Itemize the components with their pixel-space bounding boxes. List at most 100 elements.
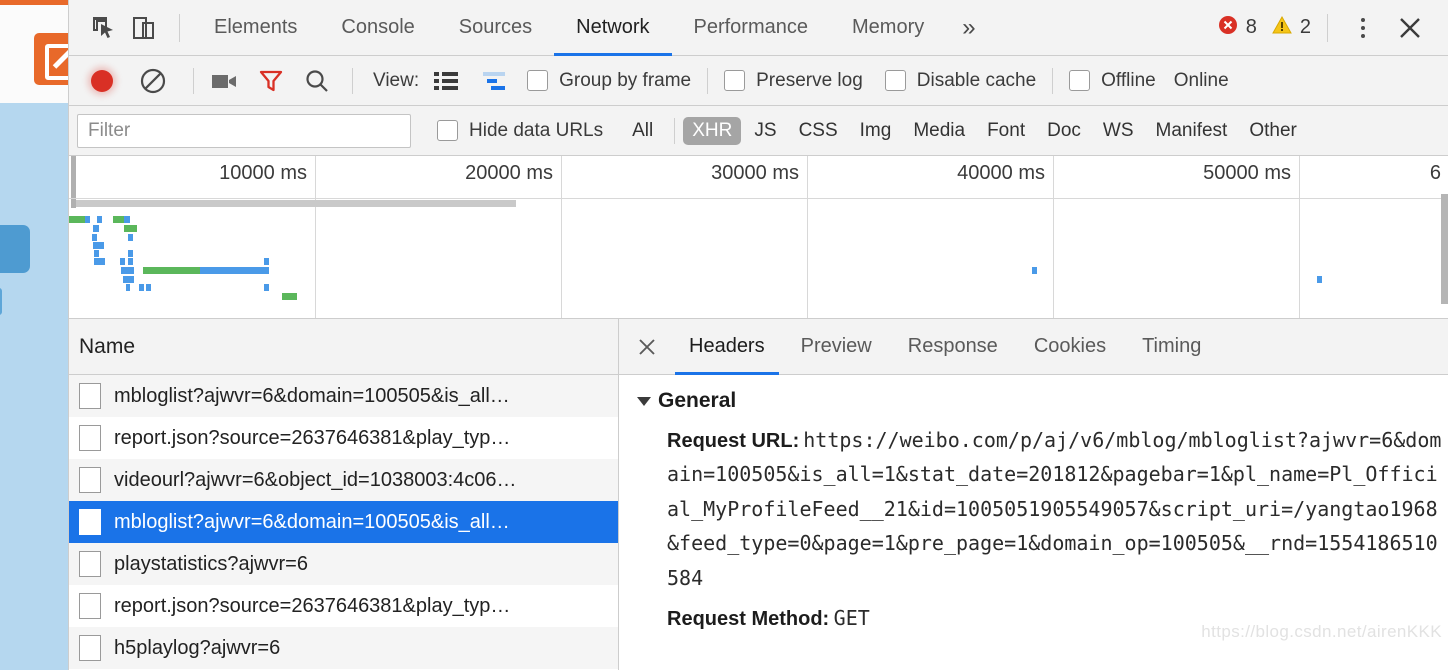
table-row[interactable]: mbloglist?ajwvr=6&domain=100505&is_all… <box>69 375 618 417</box>
detail-tab-timing[interactable]: Timing <box>1124 319 1219 375</box>
error-count-badge[interactable]: 8 <box>1217 14 1257 42</box>
page-card <box>0 225 30 273</box>
overview-selection-window[interactable] <box>76 200 516 207</box>
list-view-button[interactable] <box>433 70 459 92</box>
table-row[interactable]: mbloglist?ajwvr=6&domain=100505&is_all… <box>69 501 618 543</box>
filter-type-other[interactable]: Other <box>1240 117 1306 145</box>
request-url-key: Request URL: <box>667 430 800 452</box>
hide-data-urls-checkbox[interactable]: Hide data URLs <box>437 120 603 142</box>
offline-box[interactable] <box>1069 70 1091 91</box>
filter-type-css[interactable]: CSS <box>790 117 847 145</box>
overview-bar <box>128 258 133 265</box>
overview-divider-3 <box>807 156 808 318</box>
tab-performance[interactable]: Performance <box>672 0 831 56</box>
tab-memory[interactable]: Memory <box>830 0 946 56</box>
tab-console-label: Console <box>341 16 415 38</box>
overview-scrollbar[interactable] <box>1441 194 1448 304</box>
record-button[interactable] <box>91 69 113 92</box>
detail-tab-cookies-label: Cookies <box>1033 335 1107 357</box>
filter-input[interactable] <box>77 113 411 148</box>
group-by-frame-checkbox[interactable]: Group by frame <box>527 70 691 92</box>
search-icon[interactable] <box>304 68 330 94</box>
more-options-icon[interactable] <box>1346 11 1380 45</box>
warning-count-badge[interactable]: 2 <box>1271 14 1311 42</box>
table-row[interactable]: videourl?ajwvr=6&object_id=1038003:4c06… <box>69 459 618 501</box>
overview-bar <box>69 216 85 223</box>
compose-icon[interactable] <box>34 33 72 85</box>
request-name: videourl?ajwvr=6&object_id=1038003:4c06… <box>114 468 517 491</box>
filter-icon[interactable] <box>258 68 284 94</box>
disable-cache-checkbox[interactable]: Disable cache <box>884 70 1036 92</box>
hide-data-urls-label: Hide data URLs <box>469 119 604 141</box>
request-row-checkbox[interactable] <box>79 551 101 577</box>
filter-type-doc[interactable]: Doc <box>1038 117 1090 145</box>
detail-tab-cookies[interactable]: Cookies <box>1016 319 1124 375</box>
network-lower-split: Name mbloglist?ajwvr=6&domain=100505&is_… <box>69 319 1448 670</box>
tab-elements-label: Elements <box>214 16 298 38</box>
close-devtools-icon[interactable] <box>1390 8 1430 48</box>
tab-sources[interactable]: Sources <box>437 0 554 56</box>
inspect-element-icon[interactable] <box>87 11 121 45</box>
filter-type-all[interactable]: All <box>623 117 662 145</box>
hide-data-urls-box[interactable] <box>437 120 458 141</box>
network-toolbar: View: Group by frame Preserve log Disabl… <box>69 56 1448 106</box>
more-tabs-label: » <box>962 13 976 41</box>
request-row-checkbox[interactable] <box>79 509 101 535</box>
table-row[interactable]: report.json?source=2637646381&play_typ… <box>69 417 618 459</box>
filter-type-ws[interactable]: WS <box>1094 117 1143 145</box>
overview-bar <box>1317 276 1322 283</box>
preserve-log-checkbox[interactable]: Preserve log <box>724 70 863 92</box>
request-list-header[interactable]: Name <box>69 319 618 375</box>
request-method-key: Request Method: <box>667 607 830 630</box>
request-name: h5playlog?ajwvr=6 <box>114 636 281 659</box>
device-toolbar-icon[interactable] <box>127 11 161 45</box>
overview-tick-2: 20000 ms <box>465 162 553 184</box>
detail-tab-preview[interactable]: Preview <box>783 319 890 375</box>
overview-bar <box>139 284 144 291</box>
detail-tab-headers[interactable]: Headers <box>671 319 783 375</box>
offline-checkbox[interactable]: Offline <box>1069 70 1156 92</box>
tabbar-status-area: 8 2 <box>1217 8 1440 48</box>
filter-type-xhr[interactable]: XHR <box>683 116 742 145</box>
overview-bar <box>200 267 269 274</box>
view-label: View: <box>373 69 420 91</box>
request-row-checkbox[interactable] <box>79 593 101 619</box>
tab-elements[interactable]: Elements <box>192 0 319 56</box>
overview-bar <box>128 250 133 257</box>
general-section-title: General <box>658 389 737 412</box>
disable-cache-box[interactable] <box>884 70 906 91</box>
filter-type-js[interactable]: JS <box>745 117 785 145</box>
request-row-checkbox[interactable] <box>79 635 101 661</box>
table-row[interactable]: report.json?source=2637646381&play_typ… <box>69 585 618 627</box>
overview-bar <box>282 293 297 300</box>
group-by-frame-label: Group by frame <box>559 69 692 91</box>
error-icon <box>1217 14 1239 42</box>
request-row-checkbox[interactable] <box>79 383 101 409</box>
toolbar-divider <box>179 13 180 42</box>
request-row-checkbox[interactable] <box>79 425 101 451</box>
preserve-log-box[interactable] <box>724 70 746 91</box>
filter-type-manifest[interactable]: Manifest <box>1147 117 1237 145</box>
group-by-frame-box[interactable] <box>527 70 549 91</box>
filter-type-img[interactable]: Img <box>851 117 901 145</box>
column-header-name: Name <box>79 334 136 358</box>
throttling-select[interactable]: Online <box>1174 70 1229 92</box>
close-detail-icon[interactable] <box>629 329 665 365</box>
table-row[interactable]: playstatistics?ajwvr=6 <box>69 543 618 585</box>
tab-console[interactable]: Console <box>319 0 436 56</box>
filter-type-media[interactable]: Media <box>904 117 974 145</box>
waterfall-view-button[interactable] <box>481 70 509 92</box>
detail-tab-response-label: Response <box>907 335 998 357</box>
capture-screenshots-icon[interactable] <box>210 70 238 92</box>
tab-performance-label: Performance <box>693 16 809 38</box>
tab-network[interactable]: Network <box>554 0 672 56</box>
toolbar-divider-3 <box>707 67 709 94</box>
filter-type-font[interactable]: Font <box>978 117 1034 145</box>
more-tabs-button[interactable]: » <box>946 0 991 56</box>
table-row[interactable]: h5playlog?ajwvr=6 <box>69 627 618 669</box>
clear-button[interactable] <box>139 67 167 95</box>
detail-tab-response[interactable]: Response <box>890 319 1016 375</box>
general-section-header[interactable]: General <box>637 389 1448 413</box>
network-overview[interactable]: 10000 ms 20000 ms 30000 ms 40000 ms 5000… <box>69 156 1448 319</box>
request-row-checkbox[interactable] <box>79 467 101 493</box>
